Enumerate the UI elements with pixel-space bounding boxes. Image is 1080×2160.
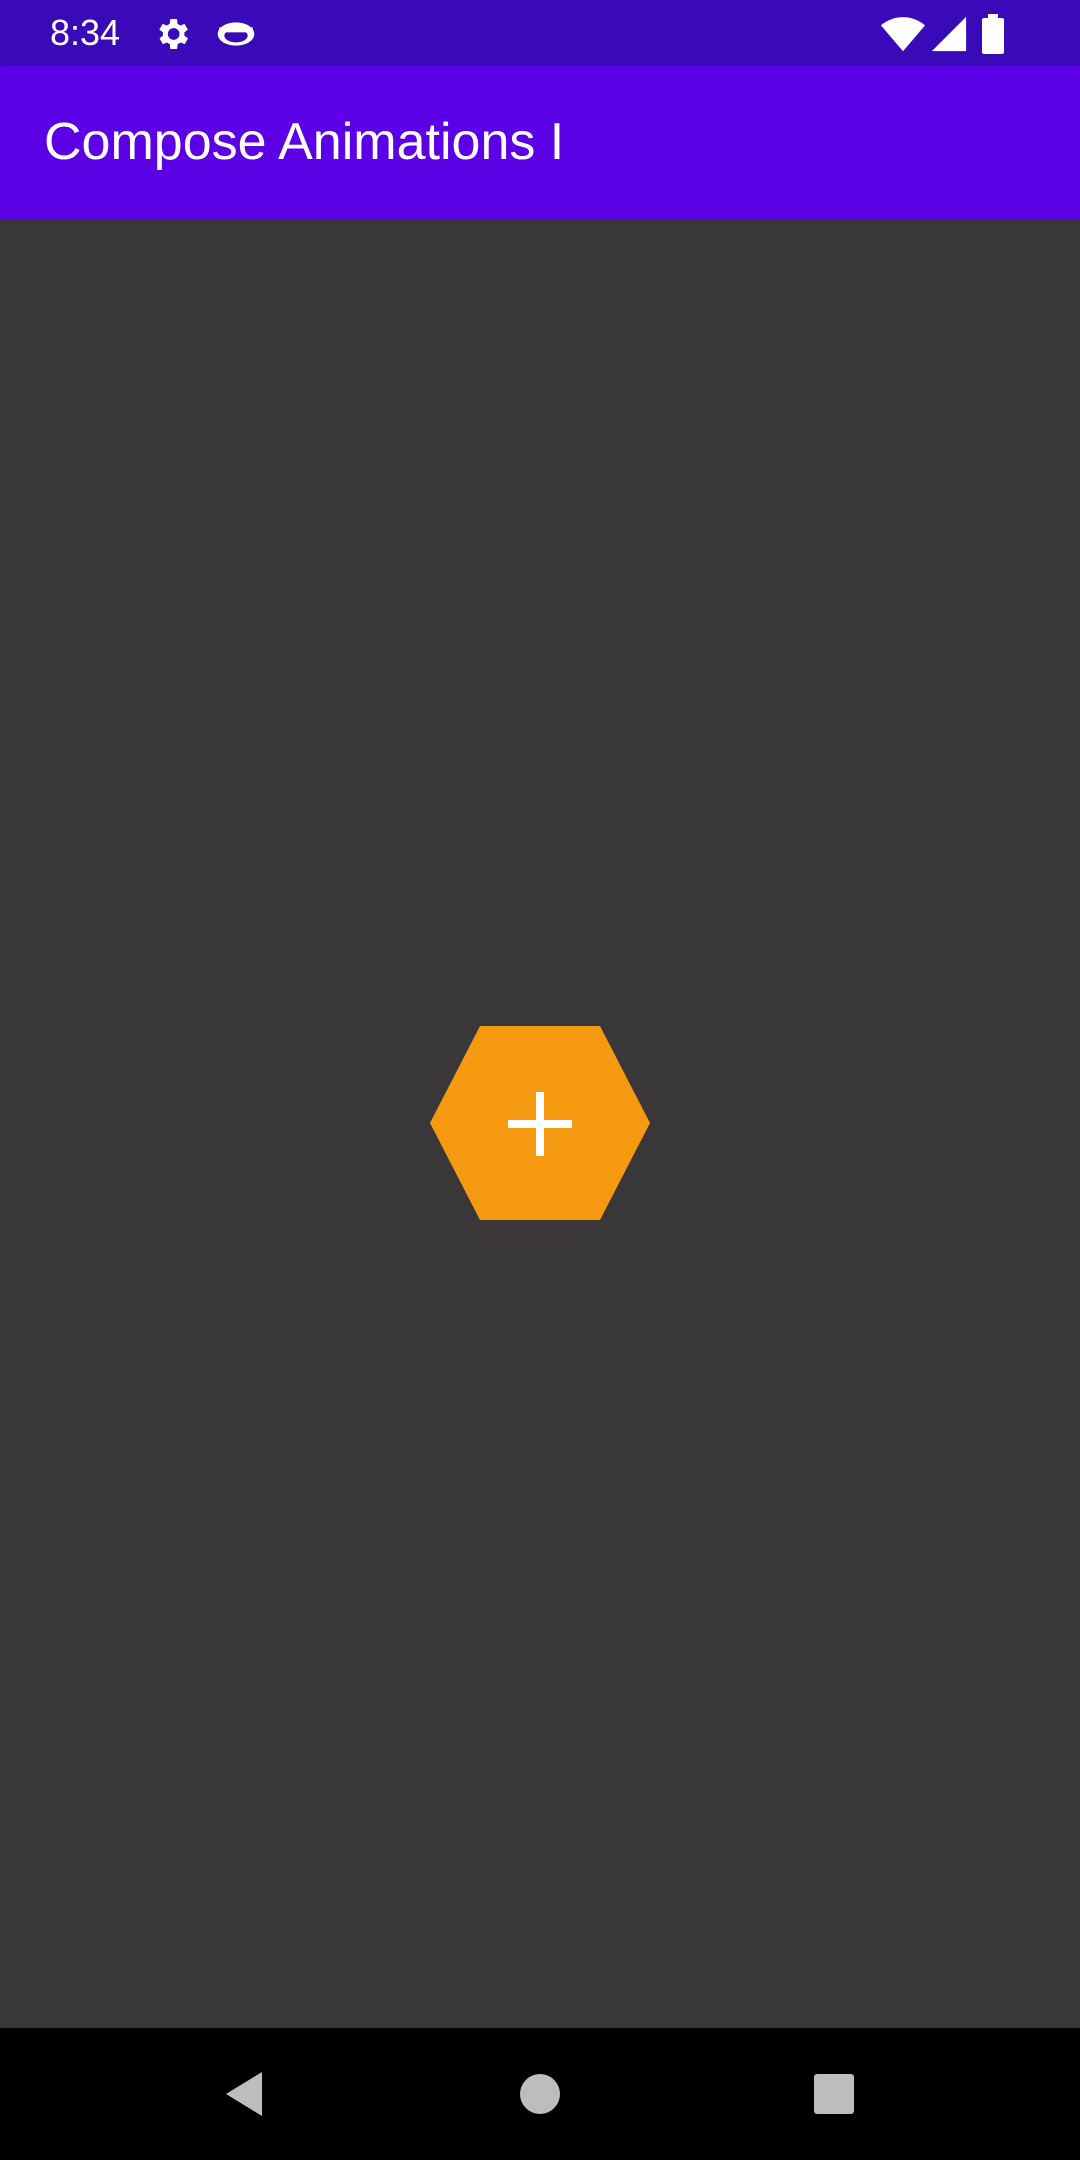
add-hexagon-button[interactable] bbox=[430, 1026, 650, 1220]
battery-icon bbox=[982, 14, 1004, 54]
content-area bbox=[0, 220, 1080, 2028]
recents-icon[interactable] bbox=[804, 2064, 864, 2124]
signal-icon bbox=[930, 14, 968, 54]
wifi-icon bbox=[880, 14, 926, 54]
gear-icon bbox=[152, 14, 192, 54]
home-icon[interactable] bbox=[510, 2064, 570, 2124]
eye-icon bbox=[214, 14, 258, 54]
app-screen: 8:34 Compose Animations I bbox=[0, 0, 1080, 2160]
top-app-bar: Compose Animations I bbox=[0, 66, 1080, 220]
status-time: 8:34 bbox=[50, 12, 121, 53]
status-bar: 8:34 bbox=[0, 0, 1080, 66]
page-title: Compose Animations I bbox=[44, 113, 565, 171]
navigation-bar bbox=[0, 2028, 1080, 2160]
back-icon[interactable] bbox=[214, 2064, 274, 2124]
